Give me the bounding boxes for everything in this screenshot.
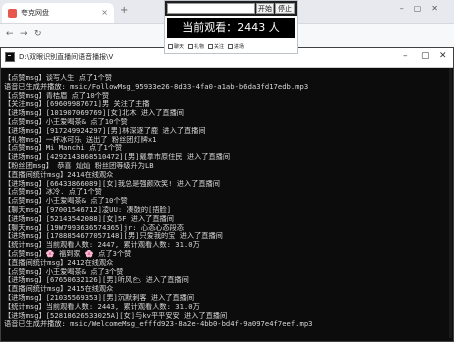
checkbox-icon[interactable] — [188, 43, 194, 49]
console-line: 【聊天msg】[97001546712]凌UU: 凑鼓的[捂脸] — [4, 205, 172, 214]
console-line: 【进场msg】[1788854677057148][男]只爱我的宝 进入了直播间 — [4, 232, 223, 241]
console-line: 【进场msg】[4292143868510472][男]戴拿市原住民 进入了直播… — [4, 153, 231, 162]
console-line: 【聊天msg】[19W7993636574365]jr: 心态心态段态 — [4, 223, 185, 232]
console-line: 【点赞msg】青桔眉 点了10个赞 — [4, 91, 110, 100]
terminal-icon — [5, 52, 15, 62]
console-line: 【点赞msg】小王爱喝茶& 点了10个赞 — [4, 117, 128, 126]
reload-icon[interactable]: ↻ — [34, 29, 42, 39]
console-line: 【进场msg】[101907069769][女]北木 进入了直播间 — [4, 109, 184, 118]
console-line: 【直播间统计msg】2415在线观众 — [4, 285, 114, 294]
console-line: 【粉丝团msg】 恭喜 灿灿 粉丝团等级升为LB — [4, 161, 154, 170]
option-checkboxes: 聊天 礼物 关注 进场 — [168, 41, 296, 51]
widget-topbar: 开始 停止 — [165, 1, 297, 16]
console-line: 【统计msg】当前观看人数: 2447, 累计观看人数: 31.0万 — [4, 241, 200, 250]
console-output[interactable]: 【点赞msg】谈写人生 点了1个赞 语音已生成并播放: msic/FollowMs… — [4, 74, 453, 340]
option-checkbox[interactable]: 聊天 — [168, 41, 184, 51]
stop-button[interactable]: 停止 — [275, 3, 295, 14]
browser-tab[interactable]: 夸克网盘 × — [2, 3, 114, 23]
console-line: 【点赞msg】🌸 福到家 🌸 点了3个赞 — [4, 249, 132, 258]
console-line: 【进场msg】[66433866089][女]我总是强颜欢笑! 进入了直播间 — [4, 179, 220, 188]
console-line: 【礼物msg】一杯冰可乐 送出了 粉丝团灯牌x1 — [4, 135, 157, 144]
console-line: 【进场msg】[21035569353][男]沉默刺客 进入了直播间 — [4, 293, 195, 302]
option-checkbox[interactable]: 关注 — [208, 41, 224, 51]
console-line: 语音已生成并播放: msic/FollowMsg_95933e26-8d33-4… — [4, 82, 309, 91]
close-icon[interactable]: ✕ — [439, 51, 447, 61]
console-line: 【统计msg】当前观看人数: 2443, 累计观看人数: 31.0万 — [4, 302, 200, 311]
option-label: 进场 — [234, 43, 245, 50]
console-line: 【进场msg】[917249924297][男]林深逐了鹿 进入了直播间 — [4, 126, 206, 135]
viewer-counter-widget: 开始 停止 当前观看：2443 人 聊天 礼物 关注 进场 — [164, 0, 298, 54]
console-line: 【直播间统计msg】2412在线观众 — [4, 258, 114, 267]
forward-icon[interactable]: → — [20, 29, 28, 39]
start-button[interactable]: 开始 — [256, 3, 274, 14]
minimize-icon[interactable]: – — [403, 51, 408, 61]
maximize-icon[interactable]: ▢ — [421, 51, 430, 61]
console-line: 【进场msg】[52818626533025A][女]与kv平平安安 进入了直播… — [4, 311, 228, 320]
checkbox-icon[interactable] — [168, 43, 173, 49]
viewer-count-display: 当前观看：2443 人 — [167, 18, 295, 38]
option-label: 聊天 — [174, 43, 185, 50]
quark-logo-icon — [8, 8, 17, 18]
option-label: 关注 — [214, 43, 225, 50]
tab-close-icon[interactable]: × — [101, 8, 108, 17]
back-icon[interactable]: ← — [6, 29, 14, 39]
option-checkbox[interactable]: 礼物 — [188, 41, 204, 51]
console-line: 【点赞msg】谈写人生 点了1个赞 — [4, 74, 112, 82]
console-scrollbar[interactable] — [449, 68, 452, 338]
option-checkbox[interactable]: 进场 — [228, 41, 244, 51]
checkbox-icon[interactable] — [208, 43, 214, 49]
console-line: 【直播间统计msg】2414在线观众 — [4, 170, 114, 179]
console-line: 【点赞msg】冰冷. 点了1个赞 — [4, 188, 102, 197]
console-line: 【点赞msg】小王爱喝茶& 点了10个赞 — [4, 197, 128, 206]
console-line: 【进场msg】[52143542088][女]5F 进入了直播间 — [4, 214, 174, 223]
console-line: 【进场msg】[67650632126][男]听风🌥 进入了直播间 — [4, 276, 189, 285]
tab-title: 夸克网盘 — [21, 9, 49, 17]
console-line: 语音已生成并播放: msic/WelcomeMsg_efffd923-8a2e-… — [4, 320, 313, 329]
new-tab-button[interactable]: + — [120, 5, 128, 16]
browser-window-controls[interactable]: –▢✕ — [400, 4, 448, 13]
console-line: 【点赞msg】Mi Manchi 点了1个赞 — [4, 144, 123, 153]
console-line: 【关注msg】[69609987671]男 关注了主播 — [4, 100, 150, 109]
console-window: D:\双眼识别直播间语音播报\V – ▢ ✕ 【点赞msg】谈写人生 点了1个赞… — [0, 47, 454, 342]
room-input[interactable] — [167, 3, 255, 14]
console-title: D:\双眼识别直播间语音播报\V — [19, 53, 114, 61]
checkbox-icon[interactable] — [228, 43, 234, 49]
option-label: 礼物 — [194, 43, 205, 50]
console-line: 【点赞msg】小王爱喝茶& 点了3个赞 — [4, 267, 124, 276]
